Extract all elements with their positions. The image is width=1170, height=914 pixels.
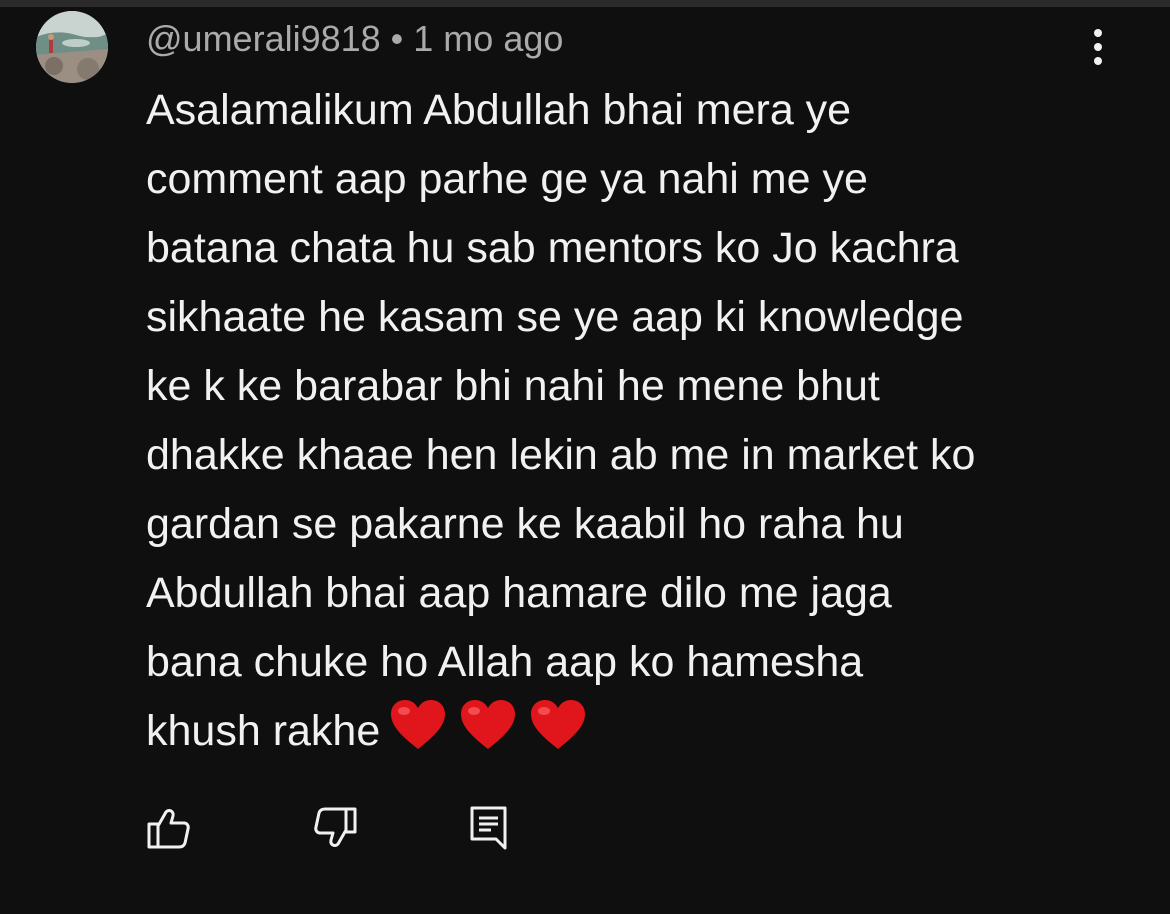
meta-separator: •: [390, 18, 404, 59]
avatar-image: [36, 11, 108, 83]
comment-text-block: Asalamalikum Abdullah bhai mera ye comme…: [146, 76, 1106, 766]
comment-text: Asalamalikum Abdullah bhai mera ye comme…: [146, 86, 976, 755]
avatar[interactable]: [36, 11, 108, 83]
heart-icon: [531, 700, 586, 749]
heart-icon: [391, 700, 446, 749]
author-handle[interactable]: @umerali9818: [146, 18, 381, 59]
like-button[interactable]: [140, 800, 196, 856]
reply-button[interactable]: [458, 800, 514, 856]
thumbs-down-icon: [314, 807, 357, 847]
heart-icon: [461, 700, 516, 749]
reply-comment-icon: [470, 806, 507, 850]
comment-timestamp: 1 mo ago: [413, 18, 564, 59]
comment-screen: @umerali9818 • 1 mo ago Asalamalikum Abdul…: [0, 0, 1170, 914]
heart-emojis: [388, 697, 588, 753]
top-divider: [0, 0, 1170, 7]
comment-meta: @umerali9818 • 1 mo ago: [146, 17, 563, 61]
dislike-button[interactable]: [308, 800, 364, 856]
comment-actions: [0, 800, 1170, 856]
vertical-ellipsis-icon: [1094, 29, 1102, 65]
thumbs-up-icon: [147, 809, 190, 849]
more-options-button[interactable]: [1078, 24, 1118, 70]
